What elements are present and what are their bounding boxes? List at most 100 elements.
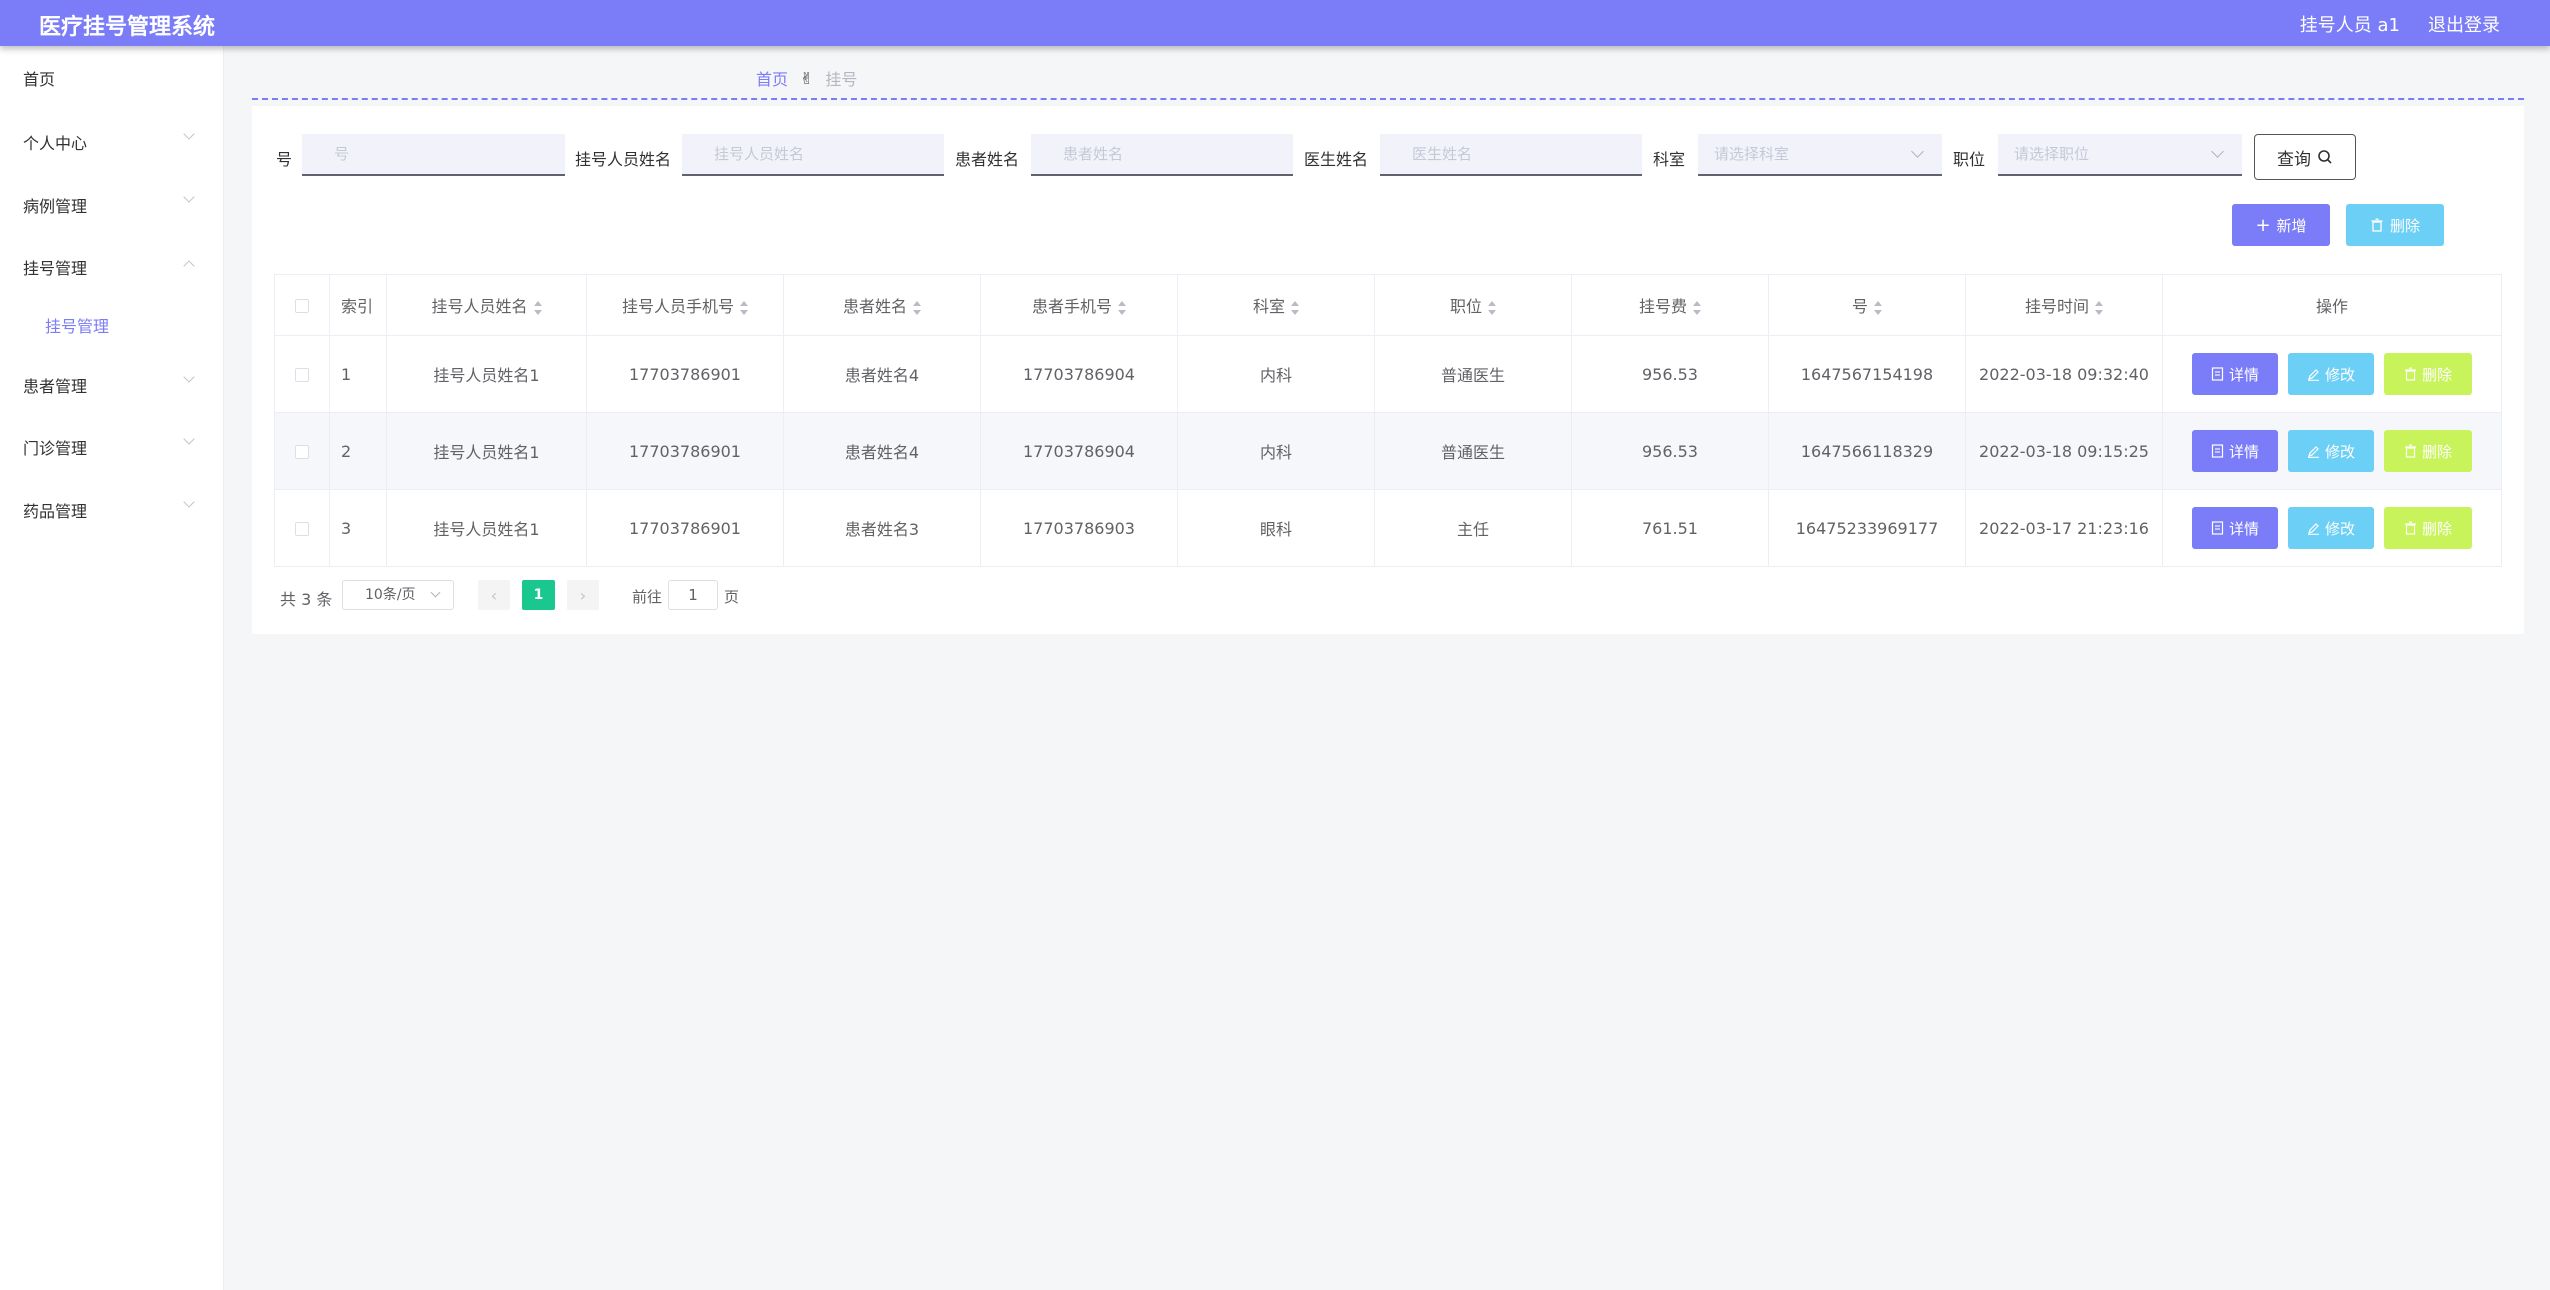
filter-label-staff-name: 挂号人员姓名: [575, 150, 672, 169]
chevron-down-icon: [183, 433, 195, 445]
page-number-active[interactable]: 1: [522, 580, 555, 610]
col-patient-name[interactable]: 患者姓名: [783, 274, 981, 336]
cell-position: 普通医生: [1374, 412, 1572, 490]
detail-button-label: 详情: [2228, 365, 2259, 384]
sort-icon[interactable]: [1118, 300, 1126, 315]
goto-suffix: 页: [724, 588, 740, 606]
cell-staff-phone: 17703786901: [586, 489, 784, 567]
sidebar-item-registration-management[interactable]: 挂号管理: [23, 255, 87, 279]
detail-button[interactable]: 详情: [2192, 353, 2278, 395]
cell-patient-phone: 17703786903: [980, 489, 1178, 567]
search-icon: [2318, 150, 2332, 164]
add-button-label: 新增: [2276, 216, 2307, 235]
col-hao-label: 号: [1851, 297, 1868, 316]
sort-icon[interactable]: [533, 300, 542, 315]
row-checkbox[interactable]: [295, 368, 309, 382]
cell-actions: 详情 修改 删除: [2162, 412, 2502, 490]
delete-button-label: 删除: [2421, 442, 2452, 461]
col-department-label: 科室: [1252, 297, 1285, 316]
app-title: 医疗挂号管理系统: [39, 15, 216, 40]
sort-icon[interactable]: [1291, 300, 1299, 315]
cell-time: 2022-03-18 09:15:25: [1965, 412, 2163, 490]
col-position[interactable]: 职位: [1374, 274, 1572, 336]
detail-button[interactable]: 详情: [2192, 507, 2278, 549]
delete-button-label: 删除: [2421, 365, 2452, 384]
position-select[interactable]: 请选择职位: [1998, 134, 2242, 176]
row-checkbox[interactable]: [295, 522, 309, 536]
page-size-select[interactable]: 10条/页: [342, 580, 454, 610]
col-hao[interactable]: 号: [1768, 274, 1966, 336]
search-button[interactable]: 查询: [2254, 134, 2356, 180]
detail-button[interactable]: 详情: [2192, 430, 2278, 472]
col-patient-phone[interactable]: 患者手机号: [980, 274, 1178, 336]
cell-staff-name: 挂号人员姓名1: [386, 412, 587, 490]
col-time[interactable]: 挂号时间: [1965, 274, 2163, 336]
cell-department: 眼科: [1177, 489, 1375, 567]
sidebar-item-case-management[interactable]: 病例管理: [23, 193, 87, 217]
logout-link[interactable]: 退出登录: [2428, 11, 2500, 37]
document-icon: [2211, 444, 2224, 458]
col-position-label: 职位: [1449, 297, 1482, 316]
staff-name-input[interactable]: [682, 134, 944, 176]
sidebar-item-personal-center[interactable]: 个人中心: [23, 130, 87, 154]
sidebar-item-home[interactable]: 首页: [23, 66, 55, 90]
doctor-name-input[interactable]: [1380, 134, 1642, 176]
sort-icon[interactable]: [740, 300, 748, 315]
chevron-down-icon: [430, 587, 441, 598]
cell-time: 2022-03-17 21:23:16: [1965, 489, 2163, 567]
trash-icon: [2404, 521, 2416, 535]
delete-button[interactable]: 删除: [2384, 507, 2472, 549]
cell-fee: 956.53: [1571, 335, 1769, 413]
col-staff-phone[interactable]: 挂号人员手机号: [586, 274, 784, 336]
sidebar-item-patient-management[interactable]: 患者管理: [23, 373, 87, 397]
edit-button[interactable]: 修改: [2288, 353, 2374, 395]
patient-name-input[interactable]: [1031, 134, 1293, 176]
sidebar: 首页 个人中心 病例管理 挂号管理 挂号管理 患者管理 门诊管理 药品管理: [0, 46, 224, 1290]
position-select-placeholder: 请选择职位: [2014, 145, 2090, 163]
cell-index: 3: [329, 489, 387, 567]
department-select[interactable]: 请选择科室: [1698, 134, 1942, 176]
breadcrumb-home[interactable]: 首页: [756, 66, 788, 90]
row-checkbox[interactable]: [295, 445, 309, 459]
cell-staff-phone: 17703786901: [586, 335, 784, 413]
chevron-down-icon: [183, 496, 195, 508]
add-button[interactable]: + 新增: [2232, 204, 2330, 246]
goto-prefix: 前往: [632, 588, 663, 606]
goto-page-input[interactable]: [668, 580, 718, 610]
col-patient-name-label: 患者姓名: [842, 297, 907, 316]
sort-icon[interactable]: [1693, 300, 1701, 315]
col-fee[interactable]: 挂号费: [1571, 274, 1769, 336]
sidebar-item-drug-management[interactable]: 药品管理: [23, 498, 87, 522]
select-all-checkbox[interactable]: [295, 299, 309, 313]
table-row: 1 挂号人员姓名1 17703786901 患者姓名4 17703786904 …: [274, 335, 2502, 413]
sort-icon[interactable]: [1874, 300, 1882, 315]
department-select-placeholder: 请选择科室: [1714, 145, 1790, 163]
edit-button[interactable]: 修改: [2288, 507, 2374, 549]
hao-input[interactable]: [302, 134, 565, 176]
edit-button[interactable]: 修改: [2288, 430, 2374, 472]
col-fee-label: 挂号费: [1638, 297, 1687, 316]
table-row: 2 挂号人员姓名1 17703786901 患者姓名4 17703786904 …: [274, 412, 2502, 490]
cell-index: 2: [329, 412, 387, 490]
delete-button[interactable]: 删除: [2384, 430, 2472, 472]
col-staff-name[interactable]: 挂号人员姓名: [386, 274, 587, 336]
batch-delete-button[interactable]: 删除: [2346, 204, 2444, 246]
pencil-icon: [2307, 445, 2319, 458]
detail-button-label: 详情: [2228, 519, 2259, 538]
sort-icon[interactable]: [913, 300, 921, 315]
next-page-button[interactable]: ›: [567, 580, 599, 610]
row-select-cell: [274, 335, 330, 413]
sort-icon[interactable]: [2095, 300, 2103, 315]
sort-icon[interactable]: [1488, 300, 1496, 315]
col-department[interactable]: 科室: [1177, 274, 1375, 336]
cell-actions: 详情 修改 删除: [2162, 489, 2502, 567]
sidebar-item-outpatient-management[interactable]: 门诊管理: [23, 435, 87, 459]
cell-hao: 1647566118329: [1768, 412, 1966, 490]
delete-button[interactable]: 删除: [2384, 353, 2472, 395]
row-select-cell: [274, 412, 330, 490]
prev-page-button[interactable]: ‹: [478, 580, 510, 610]
sidebar-subitem-registration-management[interactable]: 挂号管理: [45, 313, 109, 337]
breadcrumb: 首页 ✌ 挂号: [756, 66, 857, 90]
main-content: 首页 ✌ 挂号: [224, 46, 2550, 1290]
filter-label-patient-name: 患者姓名: [955, 150, 1020, 169]
